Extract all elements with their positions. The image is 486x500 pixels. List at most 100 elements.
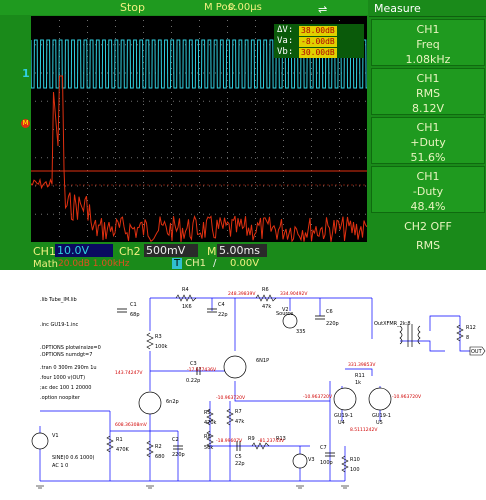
grid-dot [339, 134, 340, 135]
grid-dot [87, 194, 88, 195]
menu-item-ch1-freq[interactable]: CH1 Freq 1.08kHz [371, 19, 485, 66]
grid-dot [263, 185, 264, 187]
grid-dot [227, 56, 228, 57]
grid-dot [263, 157, 264, 159]
grid-dot [161, 100, 162, 102]
grid-dot [59, 140, 60, 141]
grid-dot [215, 157, 216, 159]
grid-dot [101, 185, 102, 187]
grid-dot [171, 32, 172, 33]
grid-dot [119, 157, 120, 159]
label-r3: R3 [155, 334, 162, 340]
grid-dot [215, 213, 216, 215]
grid-dot [71, 100, 72, 102]
grid-dot [339, 110, 340, 111]
grid-dot [113, 157, 114, 159]
grid-dot [311, 212, 312, 213]
grid-dot [293, 72, 294, 74]
grid-dot [115, 236, 116, 237]
grid-dot [115, 194, 116, 195]
math-value: 20.0dB 1.00kHz [58, 259, 130, 269]
grid-dot [115, 212, 116, 213]
menu-item-ch1-minus-duty[interactable]: CH1 -Duty 48.4% [371, 166, 485, 213]
grid-dot [143, 176, 144, 177]
grid-dot [255, 206, 256, 207]
grid-dot [227, 206, 228, 207]
grid-dot [179, 185, 180, 187]
grid-dot [221, 129, 222, 130]
grid-dot [283, 194, 284, 195]
grid-dot [353, 129, 354, 130]
grid-dot [203, 44, 204, 46]
grid-dot [299, 72, 300, 74]
amplifier-schematic: .lib Tube_IM.lib .inc GU19-1.inc .OPTION… [0, 281, 486, 500]
grid-dot [209, 157, 210, 159]
grid-dot [281, 185, 282, 187]
grid-dot [199, 32, 200, 33]
grid-dot [227, 68, 228, 69]
grid-dot [191, 100, 192, 102]
vb-label: Vb: [277, 47, 294, 57]
grid-dot [41, 129, 42, 130]
grid-dot [171, 212, 172, 213]
grid-dot [227, 104, 228, 105]
grid-dot [283, 80, 284, 81]
grid-dot [137, 44, 138, 46]
value-r6: 47k [262, 304, 271, 310]
grid-dot [95, 100, 96, 102]
grid-dot [283, 92, 284, 93]
grid-dot [365, 185, 366, 187]
grid-dot [311, 218, 312, 219]
grid-dot [339, 176, 340, 177]
grid-dot [179, 157, 180, 159]
grid-dot [269, 213, 270, 215]
node-voltage: 334.90492V [280, 291, 308, 297]
grid-dot [305, 185, 306, 187]
grid-dot [203, 100, 204, 102]
value-u4: GU19-1 [334, 413, 353, 419]
label-c2: C2 [172, 437, 179, 443]
grid-dot [283, 182, 284, 183]
grid-dot [199, 206, 200, 207]
grid-dot [365, 129, 366, 130]
grid-dot [77, 129, 78, 130]
grid-dot [35, 44, 36, 46]
grid-dot [83, 100, 84, 102]
grid-dot [227, 176, 228, 177]
grid-dot [199, 146, 200, 147]
menu-item-ch1-plus-duty[interactable]: CH1 +Duty 51.6% [371, 117, 485, 164]
menu-item-ch1-rms[interactable]: CH1 RMS 8.12V [371, 68, 485, 115]
grid-dot [255, 188, 256, 189]
menu-item-ch2-rms[interactable]: CH2 OFF RMS [371, 217, 485, 264]
grid-dot [263, 129, 264, 130]
grid-dot [227, 230, 228, 231]
grid-dot [227, 129, 228, 130]
value-c4: 22p [218, 312, 228, 318]
grid-dot [87, 164, 88, 165]
grid-dot [185, 157, 186, 159]
directive-ac: ;ac dec 100 1 20000 [40, 385, 91, 391]
grid-dot [255, 152, 256, 153]
grid-dot [131, 213, 132, 215]
grid-dot [155, 213, 156, 215]
grid-dot [131, 44, 132, 46]
grid-dot [83, 213, 84, 215]
grid-dot [257, 157, 258, 159]
grid-dot [283, 146, 284, 147]
grid-dot [283, 212, 284, 213]
label-r5: R5 [204, 410, 211, 416]
value-r7: 47k [235, 419, 244, 425]
grid-dot [167, 185, 168, 187]
grid-dot [65, 129, 66, 130]
grid-dot [255, 62, 256, 63]
grid-dot [173, 100, 174, 102]
grid-dot [227, 218, 228, 219]
grid-dot [59, 176, 60, 177]
grid-dot [143, 212, 144, 213]
grid-dot [87, 92, 88, 93]
grid-dot [87, 104, 88, 105]
grid-dot [339, 206, 340, 207]
grid-dot [143, 146, 144, 147]
grid-dot [83, 185, 84, 187]
grid-dot [199, 230, 200, 231]
